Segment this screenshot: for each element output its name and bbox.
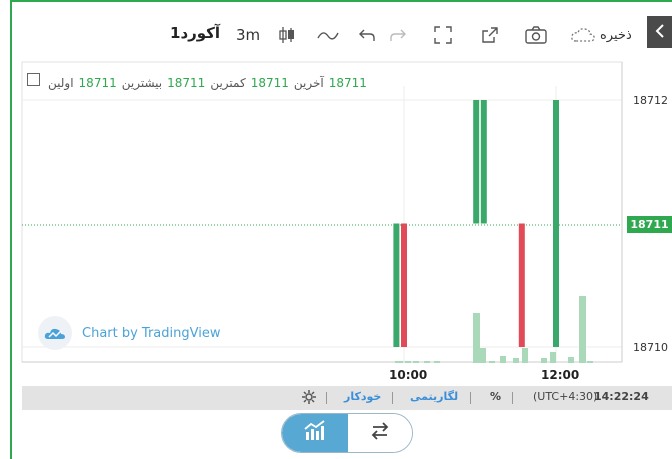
candle[interactable]: [553, 100, 559, 347]
high-label: بیشترین: [121, 76, 163, 90]
high-value: 18711: [167, 76, 206, 90]
volume-bar: [541, 358, 547, 363]
low-value: 18711: [250, 76, 289, 90]
candle[interactable]: [393, 223, 400, 348]
auto-scale-button[interactable]: خودکار: [344, 390, 381, 403]
volume-bar: [568, 357, 574, 363]
volume-bar: [550, 352, 556, 363]
candle[interactable]: [480, 100, 487, 224]
volume-bar: [424, 361, 430, 363]
chart-view-button[interactable]: [282, 414, 348, 452]
tradingview-logo-icon: [38, 316, 72, 350]
swap-icon: [369, 422, 391, 444]
gear-icon[interactable]: [302, 390, 316, 407]
price-tick: 18710: [633, 341, 668, 354]
tradingview-watermark[interactable]: Chart by TradingView: [38, 316, 220, 350]
percent-scale-button[interactable]: %: [490, 390, 501, 403]
divider: [326, 392, 327, 404]
open-value: 18711: [78, 76, 117, 90]
volume-bars: [395, 296, 593, 363]
volume-bar: [579, 296, 586, 363]
volume-bar: [513, 358, 519, 363]
price-tick: 18712: [633, 94, 668, 107]
current-price-badge: 18711: [627, 216, 672, 233]
volume-bar: [434, 361, 440, 363]
divider: [392, 392, 393, 404]
candle[interactable]: [401, 223, 407, 348]
divider: [470, 392, 471, 404]
volume-bar: [395, 361, 403, 363]
volume-bar: [480, 348, 486, 363]
volume-bar: [489, 361, 495, 363]
ohlc-legend: اولین 18711 بیشترین 18711 کمترین 18711 آ…: [48, 76, 367, 90]
close-label: آخرین: [293, 76, 324, 90]
time-tick: 12:00: [541, 368, 580, 382]
expand-legend-button[interactable]: [27, 73, 40, 86]
candle[interactable]: [518, 223, 525, 348]
time-tick: 10:00: [389, 368, 428, 382]
clock-time: 14:22:24: [594, 390, 649, 403]
candle[interactable]: [473, 100, 480, 224]
volume-bar: [473, 313, 480, 363]
swap-view-button[interactable]: [348, 414, 412, 452]
watermark-text: Chart by TradingView: [82, 325, 221, 341]
low-label: کمترین: [210, 76, 246, 90]
volume-bar: [405, 361, 411, 363]
divider: [512, 392, 513, 404]
volume-bar: [500, 356, 506, 363]
timezone-label[interactable]: (UTC+4:30): [533, 390, 597, 403]
chart-icon: [303, 420, 327, 446]
view-toggle: [281, 413, 413, 453]
bottom-toolbar: خودکار لگاریتمی % (UTC+4:30) 14:22:24: [22, 386, 672, 410]
log-scale-button[interactable]: لگاریتمی: [410, 390, 458, 403]
volume-bar: [413, 361, 419, 363]
volume-bar: [587, 361, 593, 363]
close-value: 18711: [328, 76, 367, 90]
volume-bar: [522, 348, 528, 363]
open-label: اولین: [48, 76, 74, 90]
